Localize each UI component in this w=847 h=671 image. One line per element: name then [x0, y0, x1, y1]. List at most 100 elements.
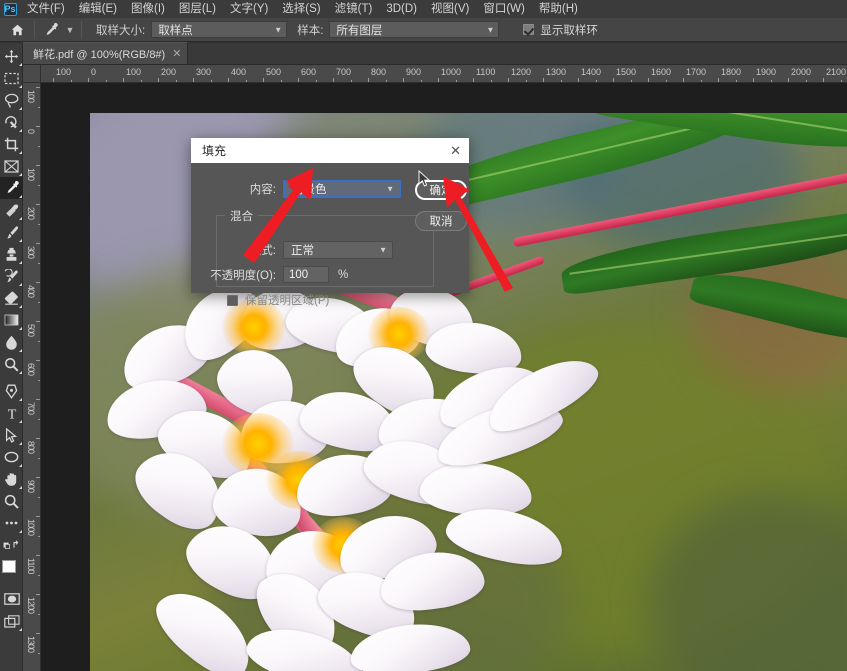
ruler-corner[interactable]	[23, 65, 41, 83]
menu-layer[interactable]: 图层(L)	[172, 0, 223, 18]
blur-tool[interactable]	[0, 331, 23, 353]
brush-tool[interactable]	[0, 221, 23, 243]
dodge-tool[interactable]	[0, 353, 23, 375]
horizontal-ruler[interactable]: 100 0 100 200 300 400 500 600 700 800 900 1000 1100 1…	[41, 65, 847, 83]
tool-more-indicator	[18, 627, 22, 631]
screen-mode-button[interactable]	[0, 610, 23, 632]
ruler-minor-tick	[140, 80, 142, 82]
tool-more-indicator	[18, 84, 22, 88]
ruler-tick-label: 400	[26, 285, 36, 298]
type-tool[interactable]: T	[0, 402, 23, 424]
tool-more-indicator	[18, 348, 22, 352]
home-icon[interactable]	[4, 19, 30, 41]
tool-more-indicator	[18, 463, 22, 467]
color-swatches[interactable]	[0, 558, 23, 584]
cancel-button[interactable]: 取消	[415, 211, 467, 231]
ruler-minor-tick	[700, 80, 702, 82]
chevron-down-icon: ▼	[386, 184, 394, 194]
tool-more-indicator	[18, 370, 22, 374]
menu-image[interactable]: 图像(I)	[124, 0, 172, 18]
close-icon[interactable]: ✕	[172, 47, 181, 60]
ruler-minor-tick	[38, 574, 40, 576]
menu-help[interactable]: 帮助(H)	[532, 0, 585, 18]
ruler-minor-tick	[38, 301, 40, 303]
default-colors-and-swap-icons[interactable]	[0, 534, 23, 556]
zoom-tool[interactable]	[0, 490, 23, 512]
ruler-tick-label: 1200	[511, 67, 532, 77]
opacity-unit: %	[338, 268, 349, 281]
ruler-minor-tick	[105, 80, 107, 82]
foreground-color-swatch[interactable]	[2, 560, 16, 573]
clone-stamp-tool[interactable]	[0, 243, 23, 265]
tool-more-indicator	[18, 304, 22, 308]
sample-select[interactable]: 所有图层 ▼	[329, 21, 500, 38]
dialog-title: 填充	[202, 144, 227, 158]
tool-more-indicator	[18, 106, 22, 110]
menu-edit[interactable]: 编辑(E)	[72, 0, 124, 18]
frame-tool[interactable]	[0, 155, 23, 177]
ruler-minor-tick	[525, 80, 527, 82]
ruler-minor-tick	[420, 80, 422, 82]
ruler-tick-label: 100	[26, 90, 36, 103]
close-icon[interactable]: ✕	[450, 144, 461, 157]
history-brush-tool[interactable]	[0, 265, 23, 287]
rectangular-marquee-tool[interactable]	[0, 67, 23, 89]
tool-more-indicator	[18, 260, 22, 264]
tool-preset-chevron-down-icon[interactable]: ▼	[63, 19, 77, 41]
spot-healing-brush-tool[interactable]	[0, 199, 23, 221]
crop-tool[interactable]	[0, 133, 23, 155]
quick-mask-button[interactable]	[0, 588, 23, 610]
chevron-down-icon: ▼	[486, 25, 495, 34]
vertical-ruler[interactable]: 100 0 100 200 300 400 500 600 700 800 900 1000 1100 1…	[23, 83, 41, 671]
opacity-input[interactable]: 100	[283, 266, 329, 283]
ruler-tick-label: 300	[196, 67, 212, 77]
tool-more-indicator	[18, 282, 22, 286]
mode-dropdown[interactable]: 正常 ▼	[283, 241, 393, 259]
content-dropdown[interactable]: 前景色 ▼	[283, 180, 401, 198]
ruler-tick-label: 700	[26, 402, 36, 415]
ruler-tick-label: 100	[26, 168, 36, 181]
dialog-title-bar[interactable]: 填充 ✕	[191, 138, 469, 163]
path-selection-tool[interactable]	[0, 424, 23, 446]
options-bar: ▼ 取样大小: 取样点 ▼ 样本: 所有图层 ▼ 显示取样环	[0, 18, 847, 42]
ruler-tick-label: 500	[26, 324, 36, 337]
show-sampling-ring-checkbox[interactable]: 显示取样环	[523, 22, 598, 38]
ruler-tick-label: 900	[26, 480, 36, 493]
ellipse-shape-tool[interactable]	[0, 446, 23, 468]
show-sampling-ring-label: 显示取样环	[540, 24, 598, 37]
ok-button-label: 确定	[429, 185, 453, 197]
ruler-minor-tick	[38, 145, 40, 147]
fill-dialog[interactable]: 填充 ✕ 内容: 前景色 ▼ 混合 模式: 正常 ▼ 不透明度(O): 100 …	[191, 138, 469, 307]
ruler-minor-tick	[38, 613, 40, 615]
menu-window[interactable]: 窗口(W)	[476, 0, 532, 18]
eyedropper-icon[interactable]	[39, 19, 63, 41]
checkbox-icon	[227, 294, 238, 306]
move-tool[interactable]	[0, 45, 23, 67]
svg-text:T: T	[7, 407, 16, 420]
mode-label: 模式:	[249, 245, 276, 257]
pen-tool[interactable]	[0, 380, 23, 402]
sample-size-select[interactable]: 取样点 ▼	[151, 21, 288, 38]
ruler-tick-label: 600	[301, 67, 317, 77]
ruler-tick-label: 1100	[476, 67, 496, 77]
ruler-tick-label: 200	[161, 67, 177, 77]
document-tab[interactable]: 鲜花.pdf @ 100%(RGB/8#) ✕	[23, 42, 189, 64]
ruler-minor-tick	[595, 80, 597, 82]
ruler-minor-tick	[350, 80, 352, 82]
menu-select[interactable]: 选择(S)	[275, 0, 327, 18]
hand-tool[interactable]	[0, 468, 23, 490]
quick-selection-tool[interactable]	[0, 111, 23, 133]
lasso-tool[interactable]	[0, 89, 23, 111]
menu-3d[interactable]: 3D(D)	[379, 0, 424, 18]
menu-view[interactable]: 视图(V)	[424, 0, 476, 18]
gradient-tool[interactable]	[0, 309, 23, 331]
eraser-tool[interactable]	[0, 287, 23, 309]
ruler-tick-mark	[36, 633, 40, 634]
eyedropper-tool[interactable]	[0, 177, 23, 199]
menu-type[interactable]: 文字(Y)	[223, 0, 275, 18]
ruler-tick-mark	[333, 78, 334, 82]
menu-filter[interactable]: 滤镜(T)	[328, 0, 380, 18]
edit-toolbar-button[interactable]	[0, 512, 23, 534]
ruler-tick-mark	[228, 78, 229, 82]
menu-file[interactable]: 文件(F)	[20, 0, 72, 18]
